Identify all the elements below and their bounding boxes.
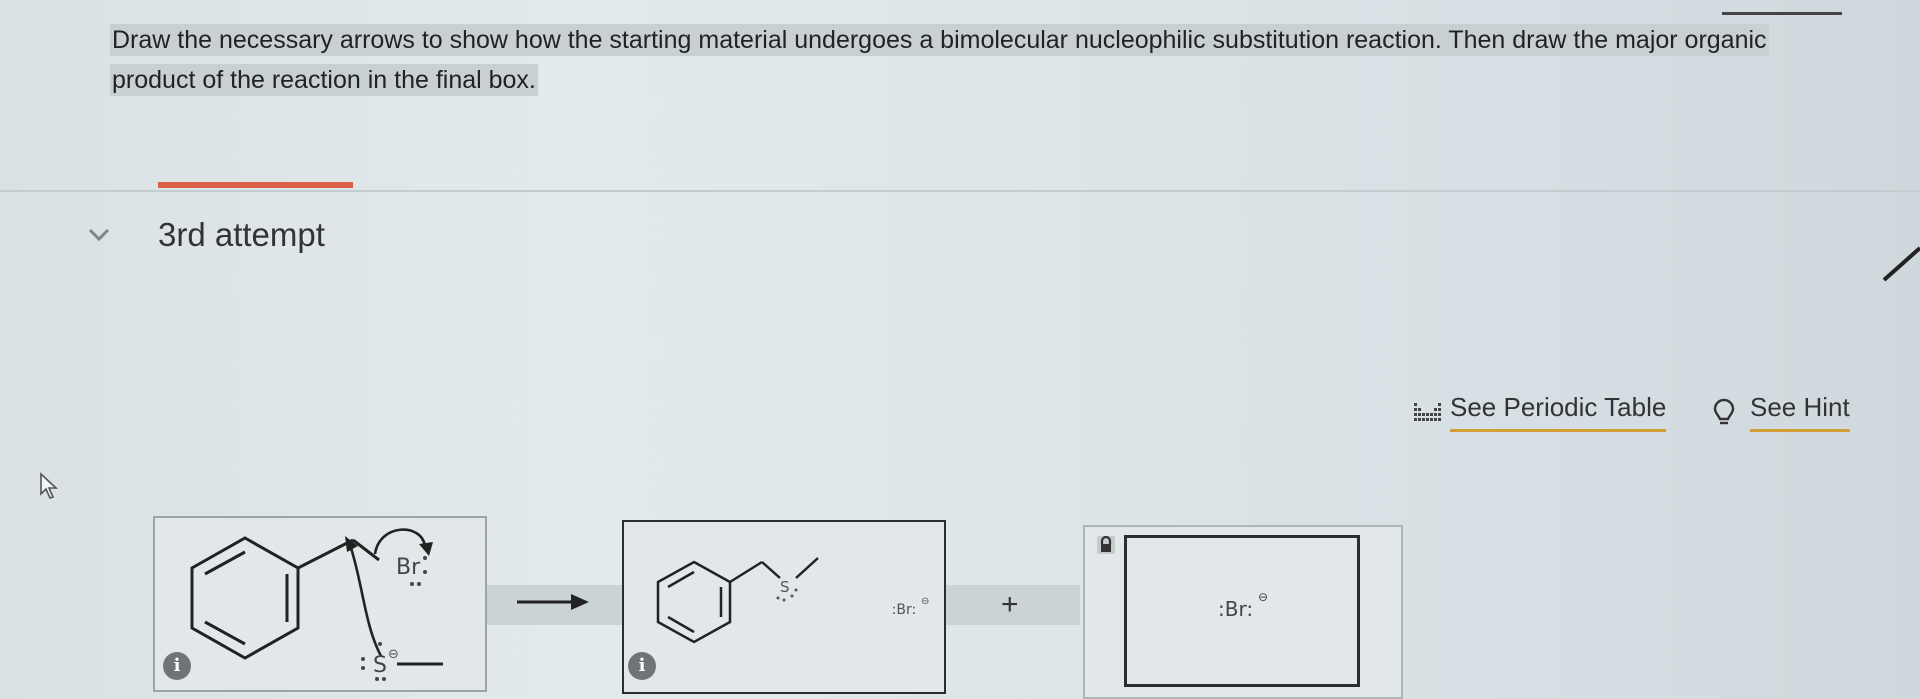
lock-icon (1097, 535, 1115, 554)
section-divider (0, 190, 1920, 192)
see-hint-link[interactable]: See Hint (1710, 392, 1850, 432)
reactant-br-label: Br (396, 555, 421, 580)
product-structure[interactable]: S :Br: ⊖ (622, 520, 946, 694)
negative-charge-symbol: ⊖ (388, 646, 399, 661)
see-periodic-table-link[interactable]: See Periodic Table (1412, 392, 1667, 432)
info-icon[interactable]: i (163, 652, 191, 680)
hint-label: See Hint (1750, 392, 1850, 432)
expand-arrow-icon[interactable] (1880, 240, 1920, 290)
top-nav-underline (1722, 12, 1842, 15)
byproduct-charge-symbol: ⊖ (921, 596, 929, 607)
attempt-title[interactable]: 3rd attempt (158, 216, 325, 254)
final-charge-symbol: ⊖ (1258, 590, 1269, 604)
info-icon[interactable]: i (628, 652, 656, 680)
question-text: Draw the necessary arrows to show how th… (110, 24, 1769, 96)
chevron-down-icon[interactable] (88, 228, 110, 242)
final-br-label: :Br: (1218, 597, 1254, 621)
product-s-label: S (780, 578, 790, 596)
mouse-cursor-icon (40, 472, 59, 499)
reaction-arrow-icon (517, 594, 589, 610)
plus-sign: + (1001, 588, 1019, 621)
reactant-structure[interactable]: Br S ⊖ (153, 516, 487, 692)
nucleophile-s-label: S (373, 653, 387, 678)
byproduct-br-label: :Br: (892, 602, 917, 618)
attempt-accent-bar (158, 182, 353, 188)
periodic-table-label: See Periodic Table (1450, 392, 1667, 432)
lightbulb-icon (1713, 398, 1735, 425)
periodic-table-icon (1414, 403, 1441, 421)
